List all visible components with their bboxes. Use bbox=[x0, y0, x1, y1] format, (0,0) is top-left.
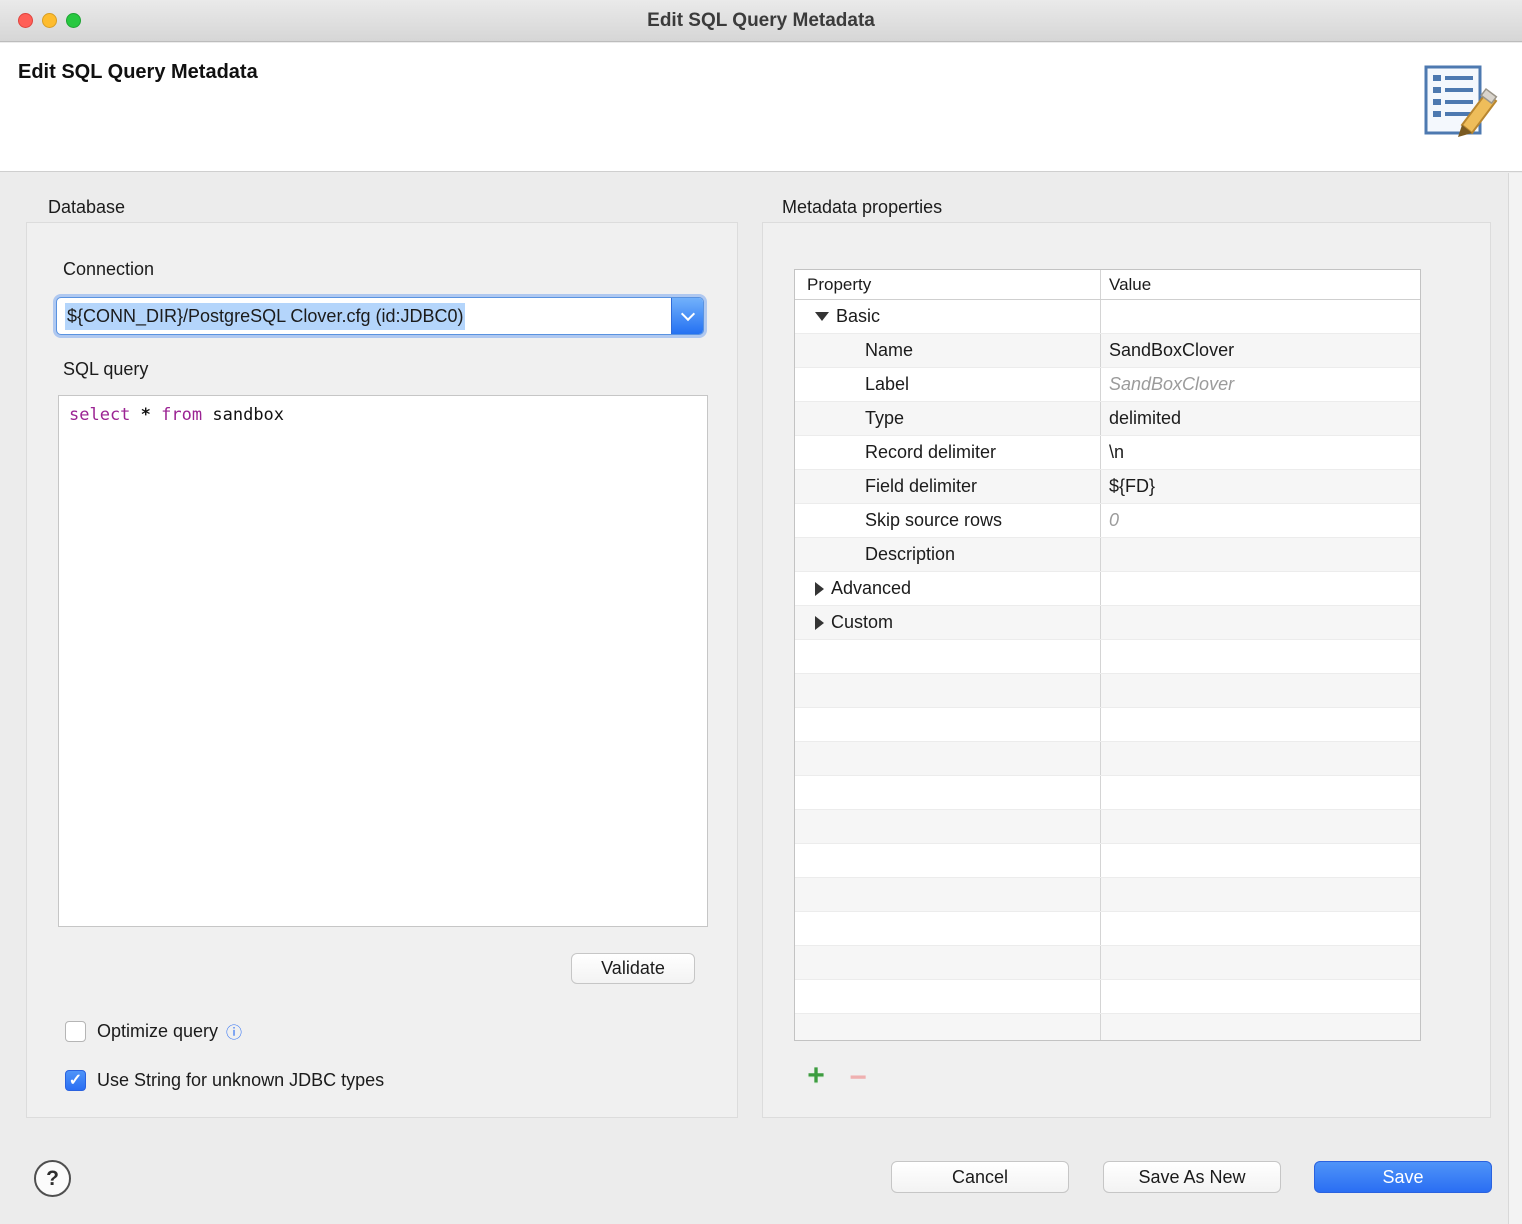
sql-query-label: SQL query bbox=[63, 359, 149, 379]
property-name: Type bbox=[865, 408, 905, 428]
page-title: Edit SQL Query Metadata bbox=[18, 61, 258, 83]
sql-table-name: sandbox bbox=[212, 405, 285, 425]
connection-value-text: ${CONN_DIR}/PostgreSQL Clover.cfg (id:JD… bbox=[65, 302, 466, 330]
table-body: Basic Name SandBoxClover Label SandBoxCl… bbox=[795, 300, 1420, 1040]
table-row-skip-source-rows[interactable]: Skip source rows 0 bbox=[795, 504, 1420, 538]
zoom-button[interactable] bbox=[66, 13, 81, 28]
property-value: SandBoxClover bbox=[1109, 340, 1235, 360]
disclosure-expanded-icon[interactable] bbox=[815, 312, 829, 321]
table-row-type[interactable]: Type delimited bbox=[795, 402, 1420, 436]
table-row-record-delimiter[interactable]: Record delimiter \n bbox=[795, 436, 1420, 470]
dialog-header: Edit SQL Query Metadata bbox=[0, 43, 1522, 172]
connection-selected-value: ${CONN_DIR}/PostgreSQL Clover.cfg (id:JD… bbox=[57, 298, 671, 334]
optimize-query-label: Optimize query bbox=[97, 1020, 219, 1041]
chevron-down-icon bbox=[680, 306, 695, 321]
disclosure-collapsed-icon[interactable] bbox=[815, 581, 824, 596]
table-row-empty bbox=[795, 674, 1420, 708]
property-value: delimited bbox=[1109, 408, 1182, 428]
property-name: Advanced bbox=[831, 578, 912, 598]
property-value: 0 bbox=[1109, 510, 1120, 530]
property-name: Basic bbox=[836, 306, 881, 326]
combo-dropdown-button[interactable] bbox=[671, 298, 703, 334]
optimize-query-row: Optimize query ⓘ bbox=[65, 1019, 242, 1043]
table-row-empty bbox=[795, 946, 1420, 980]
table-row-empty bbox=[795, 844, 1420, 878]
property-name: Description bbox=[865, 544, 956, 564]
save-button[interactable]: Save bbox=[1314, 1161, 1492, 1193]
table-row-name[interactable]: Name SandBoxClover bbox=[795, 334, 1420, 368]
table-row-empty bbox=[795, 878, 1420, 912]
use-string-row: Use String for unknown JDBC types bbox=[65, 1070, 384, 1091]
property-name: Name bbox=[865, 340, 914, 360]
property-name: Skip source rows bbox=[865, 510, 1003, 530]
info-icon[interactable]: ⓘ bbox=[226, 1019, 242, 1043]
table-row-basic[interactable]: Basic bbox=[795, 300, 1420, 334]
sql-keyword-from: from bbox=[161, 405, 203, 425]
traffic-lights bbox=[18, 13, 81, 28]
use-string-label: Use String for unknown JDBC types bbox=[97, 1070, 385, 1090]
table-row-empty bbox=[795, 708, 1420, 742]
property-name: Custom bbox=[831, 612, 894, 632]
save-as-new-button[interactable]: Save As New bbox=[1103, 1161, 1281, 1193]
disclosure-collapsed-icon[interactable] bbox=[815, 615, 824, 630]
column-header-property: Property bbox=[795, 270, 1101, 299]
table-row-empty bbox=[795, 810, 1420, 844]
database-section-label: Database bbox=[48, 197, 126, 217]
cancel-button[interactable]: Cancel bbox=[891, 1161, 1069, 1193]
edit-metadata-icon bbox=[1424, 65, 1498, 137]
property-name: Field delimiter bbox=[865, 476, 978, 496]
property-value: \n bbox=[1109, 442, 1125, 462]
metadata-properties-table: Property Value Basic Name SandBoxClover … bbox=[794, 269, 1421, 1041]
metadata-panel: Property Value Basic Name SandBoxClover … bbox=[762, 222, 1491, 1118]
table-row-empty bbox=[795, 640, 1420, 674]
table-row-empty bbox=[795, 742, 1420, 776]
property-value: SandBoxClover bbox=[1109, 374, 1235, 394]
add-property-button[interactable]: + bbox=[801, 1061, 831, 1091]
validate-button[interactable]: Validate bbox=[571, 953, 695, 984]
connection-combobox[interactable]: ${CONN_DIR}/PostgreSQL Clover.cfg (id:JD… bbox=[56, 297, 704, 335]
table-row-advanced[interactable]: Advanced bbox=[795, 572, 1420, 606]
table-row-field-delimiter[interactable]: Field delimiter ${FD} bbox=[795, 470, 1420, 504]
sql-star-token: * bbox=[140, 405, 151, 425]
remove-property-button[interactable]: − bbox=[843, 1063, 873, 1093]
sql-query-editor[interactable]: select * from sandbox bbox=[58, 395, 708, 927]
table-row-empty bbox=[795, 776, 1420, 810]
property-value: ${FD} bbox=[1109, 476, 1156, 496]
table-row-custom[interactable]: Custom bbox=[795, 606, 1420, 640]
close-button[interactable] bbox=[18, 13, 33, 28]
metadata-section-label: Metadata properties bbox=[782, 197, 943, 217]
table-row-empty bbox=[795, 912, 1420, 946]
table-row-label[interactable]: Label SandBoxClover bbox=[795, 368, 1420, 402]
use-string-checkbox[interactable] bbox=[65, 1070, 86, 1091]
sql-keyword-select: select bbox=[69, 405, 131, 425]
table-header: Property Value bbox=[795, 270, 1420, 300]
titlebar: Edit SQL Query Metadata bbox=[0, 0, 1522, 42]
table-row-empty bbox=[795, 1014, 1420, 1040]
table-row-description[interactable]: Description bbox=[795, 538, 1420, 572]
minimize-button[interactable] bbox=[42, 13, 57, 28]
property-name: Label bbox=[865, 374, 910, 394]
connection-label: Connection bbox=[63, 259, 155, 279]
database-panel: Connection ${CONN_DIR}/PostgreSQL Clover… bbox=[26, 222, 738, 1118]
help-button[interactable]: ? bbox=[34, 1160, 71, 1197]
column-header-value: Value bbox=[1109, 275, 1152, 294]
scrollbar-track[interactable] bbox=[1508, 173, 1522, 1224]
table-row-empty bbox=[795, 980, 1420, 1014]
window-title: Edit SQL Query Metadata bbox=[647, 10, 875, 31]
property-name: Record delimiter bbox=[865, 442, 997, 462]
optimize-query-checkbox[interactable] bbox=[65, 1020, 86, 1042]
